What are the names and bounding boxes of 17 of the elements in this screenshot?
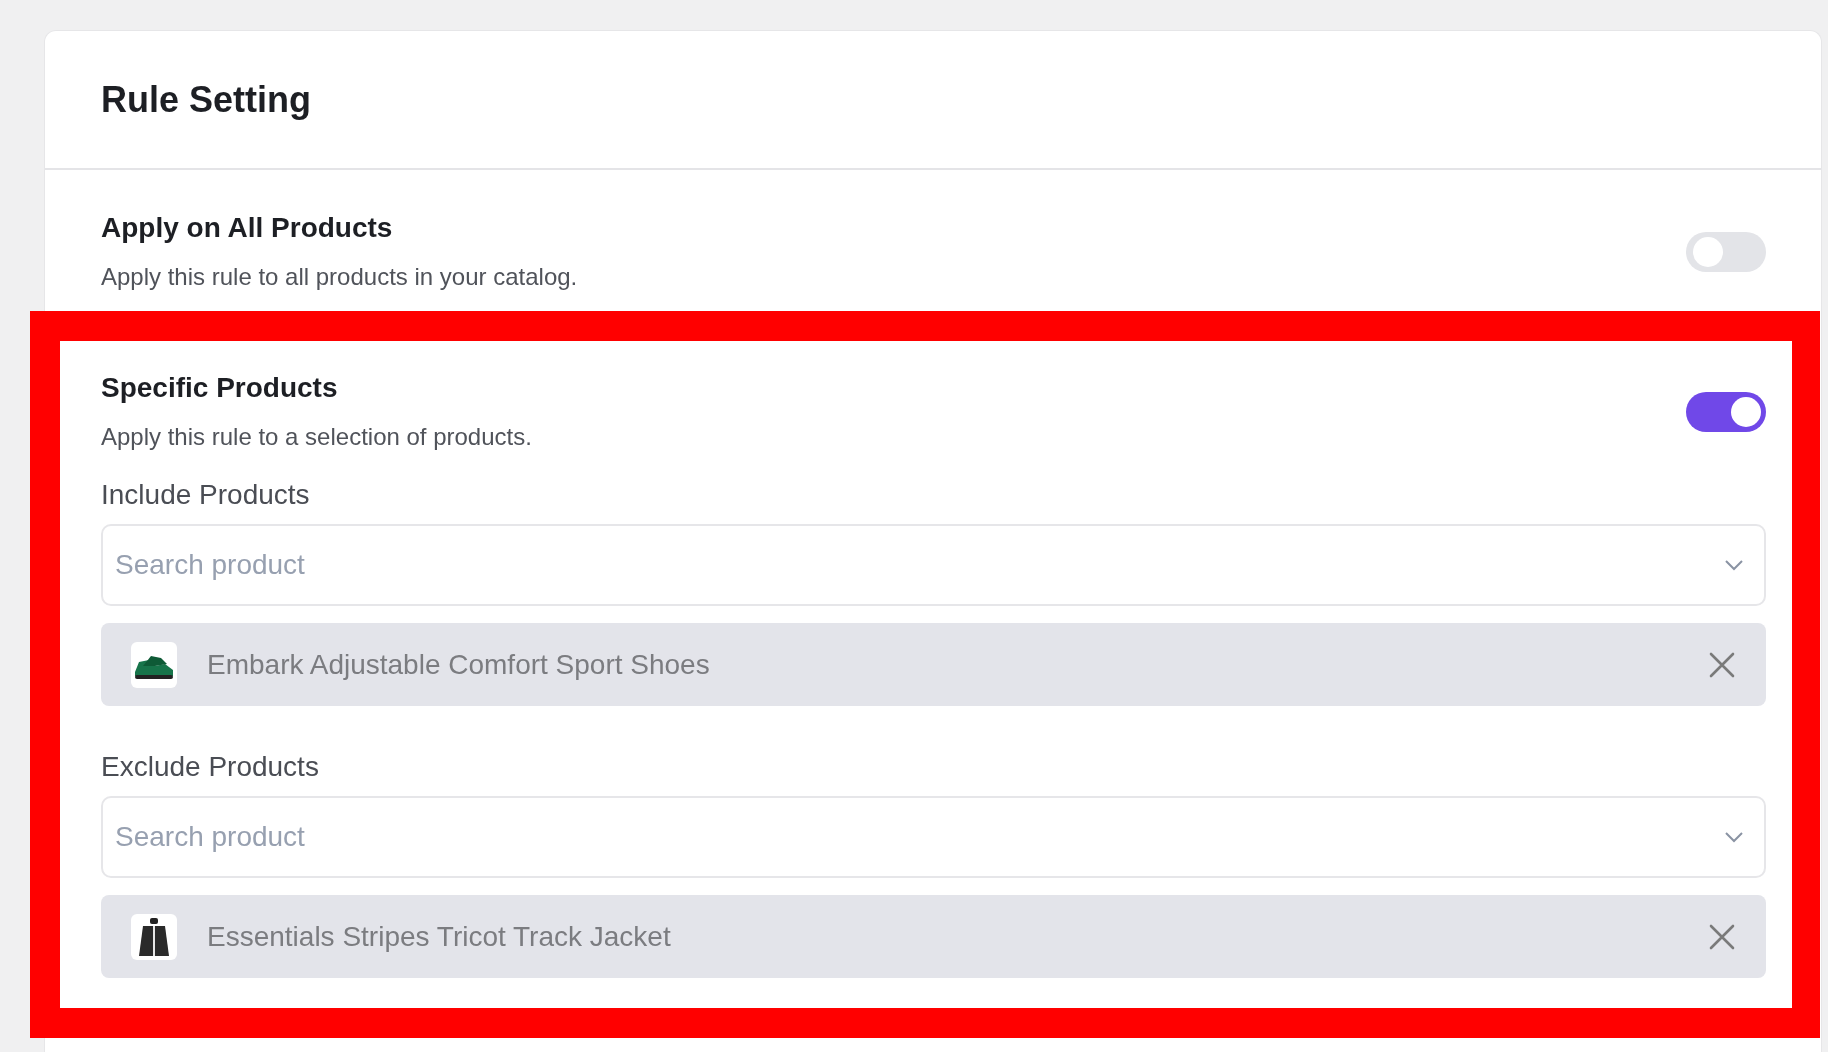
field-label: Exclude Products <box>101 752 320 782</box>
product-name: Embark Adjustable Comfort Sport Shoes <box>207 648 711 681</box>
rule-description: Apply this rule to all products in your catalog. <box>101 262 578 292</box>
chevron-down-icon <box>1724 559 1744 571</box>
toggle-switch[interactable] <box>1686 232 1766 272</box>
search-field[interactable]: Search product <box>101 796 1766 878</box>
product-name: Essentials Stripes Tricot Track Jacket <box>207 920 672 953</box>
close-button[interactable] <box>1708 650 1736 679</box>
close-button[interactable] <box>1708 922 1736 951</box>
rule-description: Apply this rule to a selection of products. <box>101 422 532 452</box>
field-label: Include Products <box>101 480 311 510</box>
rule-title: Specific Products <box>101 372 339 404</box>
page-title: Rule Setting <box>101 78 311 121</box>
rule-title: Apply on All Products <box>101 212 394 244</box>
search-field[interactable]: Search product <box>101 524 1766 606</box>
toggle-switch[interactable] <box>1686 392 1766 432</box>
chevron-down-icon <box>1724 831 1744 843</box>
